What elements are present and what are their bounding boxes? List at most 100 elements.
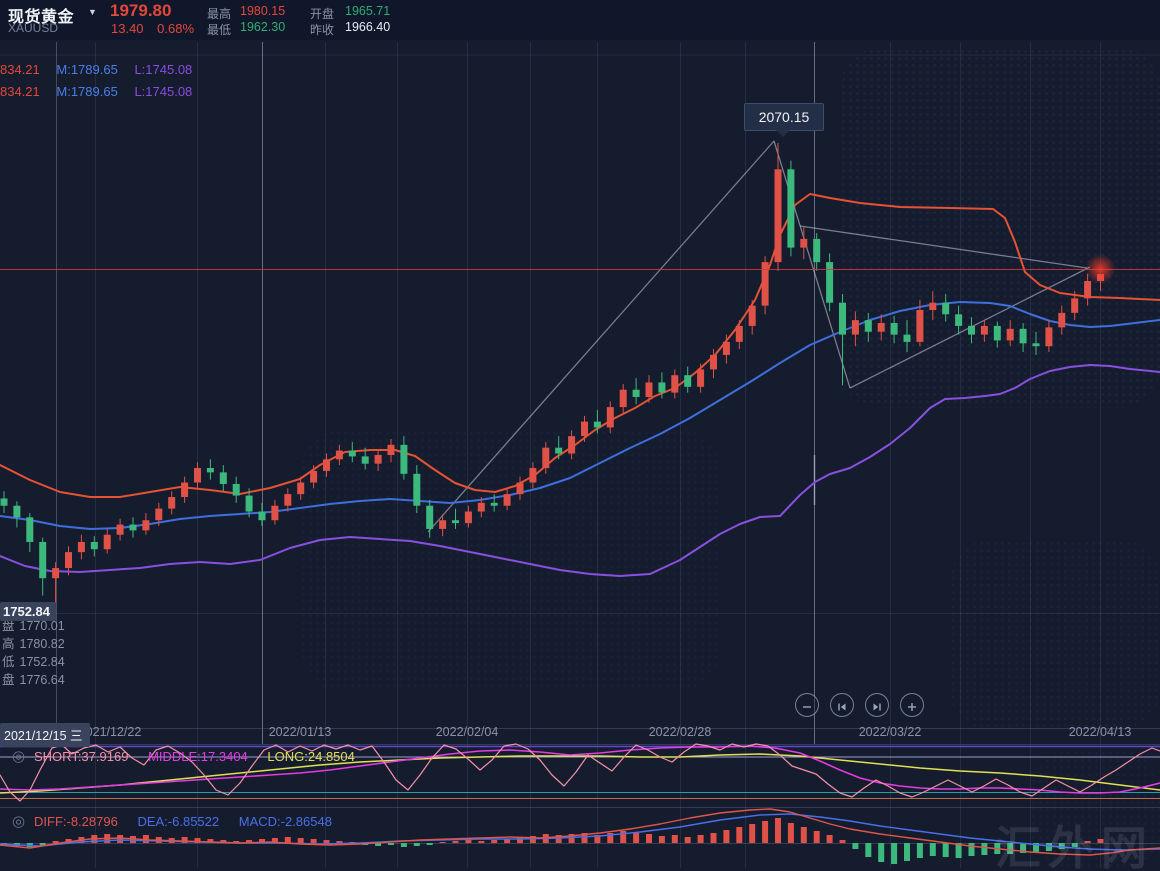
candle[interactable] [336, 451, 343, 460]
tooltip-low-row: 低1752.84 [2, 651, 65, 670]
candle[interactable] [168, 497, 175, 509]
candle[interactable] [375, 455, 382, 464]
skip-to-start-button[interactable] [830, 693, 854, 717]
candle[interactable] [517, 483, 524, 495]
candle[interactable] [684, 375, 691, 387]
candle[interactable] [1045, 327, 1052, 346]
candle[interactable] [246, 496, 253, 512]
zoom-out-button[interactable] [795, 693, 819, 717]
header: 现货黄金 ▼ XAUUSD 1979.80 13.40 0.68% 最高 198… [0, 0, 1160, 40]
watermark: 汇外网 [995, 812, 1154, 871]
candle[interactable] [78, 542, 85, 552]
candle[interactable] [491, 503, 498, 506]
candle[interactable] [26, 517, 33, 542]
candle[interactable] [65, 552, 72, 568]
candle[interactable] [478, 503, 485, 512]
candle[interactable] [787, 169, 794, 247]
chevron-down-icon[interactable]: ▼ [88, 7, 97, 17]
candle[interactable] [736, 326, 743, 342]
candle[interactable] [91, 542, 98, 549]
candle[interactable] [581, 422, 588, 437]
candle[interactable] [826, 262, 833, 303]
candle[interactable] [762, 262, 769, 306]
candle[interactable] [504, 494, 511, 506]
candle[interactable] [194, 468, 201, 483]
candle[interactable] [749, 306, 756, 326]
candle[interactable] [1, 498, 8, 505]
candle[interactable] [13, 506, 20, 518]
candle[interactable] [633, 390, 640, 397]
candle[interactable] [233, 484, 240, 496]
candle[interactable] [529, 468, 536, 483]
candle[interactable] [1058, 313, 1065, 328]
candle[interactable] [865, 320, 872, 332]
candle[interactable] [891, 323, 898, 335]
candle[interactable] [994, 326, 1001, 341]
candle[interactable] [1007, 329, 1014, 341]
candle[interactable] [39, 542, 46, 578]
candle[interactable] [271, 506, 278, 521]
candle[interactable] [310, 471, 317, 483]
candle[interactable] [555, 448, 562, 454]
candle[interactable] [710, 355, 717, 370]
candle[interactable] [52, 568, 59, 578]
candle[interactable] [646, 382, 653, 397]
candle[interactable] [723, 342, 730, 355]
candle[interactable] [117, 525, 124, 535]
candle[interactable] [1020, 329, 1027, 344]
candle[interactable] [297, 483, 304, 495]
candle[interactable] [413, 474, 420, 506]
candle[interactable] [607, 407, 614, 427]
candle[interactable] [284, 494, 291, 506]
candle[interactable] [697, 369, 704, 386]
stochastic-settings-gear-icon[interactable]: ◎ [12, 749, 25, 764]
candle[interactable] [155, 509, 162, 521]
candle[interactable] [620, 390, 627, 407]
candle[interactable] [400, 445, 407, 474]
candlestick-chart[interactable] [0, 0, 1160, 871]
boll-upper-value: 834.21 [0, 84, 40, 99]
boll-lower-value: L:1745.08 [134, 84, 192, 99]
candle[interactable] [800, 239, 807, 248]
candle[interactable] [671, 375, 678, 392]
candle[interactable] [878, 323, 885, 332]
candle[interactable] [904, 335, 911, 342]
candle[interactable] [916, 310, 923, 342]
candle[interactable] [388, 445, 395, 455]
candle[interactable] [181, 483, 188, 498]
candle[interactable] [839, 303, 846, 335]
candle[interactable] [439, 520, 446, 529]
candle[interactable] [362, 456, 369, 463]
candle[interactable] [452, 520, 459, 523]
candle[interactable] [955, 314, 962, 326]
candle[interactable] [1084, 281, 1091, 298]
candle[interactable] [259, 512, 266, 521]
candle[interactable] [220, 472, 227, 484]
candle[interactable] [104, 535, 111, 550]
candle[interactable] [594, 422, 601, 428]
macd-settings-gear-icon[interactable]: ◎ [12, 814, 25, 829]
change-percent: 0.68% [157, 21, 194, 36]
candle[interactable] [426, 506, 433, 529]
candle[interactable] [852, 320, 859, 335]
candle[interactable] [658, 382, 665, 392]
candle[interactable] [542, 448, 549, 468]
skip-to-end-button[interactable] [865, 693, 889, 717]
candle[interactable] [775, 169, 782, 262]
diff-value: DIFF:-8.28796 [34, 814, 118, 829]
candle[interactable] [465, 512, 472, 524]
candle[interactable] [981, 326, 988, 335]
candle[interactable] [1071, 298, 1078, 313]
candle[interactable] [130, 525, 137, 531]
candle[interactable] [813, 239, 820, 262]
candle[interactable] [968, 326, 975, 335]
candle[interactable] [942, 303, 949, 315]
candle[interactable] [142, 520, 149, 530]
candle[interactable] [568, 436, 575, 453]
candle[interactable] [349, 451, 356, 457]
zoom-in-button[interactable] [900, 693, 924, 717]
candle[interactable] [1033, 343, 1040, 346]
candle[interactable] [929, 303, 936, 310]
candle[interactable] [323, 459, 330, 471]
candle[interactable] [207, 468, 214, 472]
